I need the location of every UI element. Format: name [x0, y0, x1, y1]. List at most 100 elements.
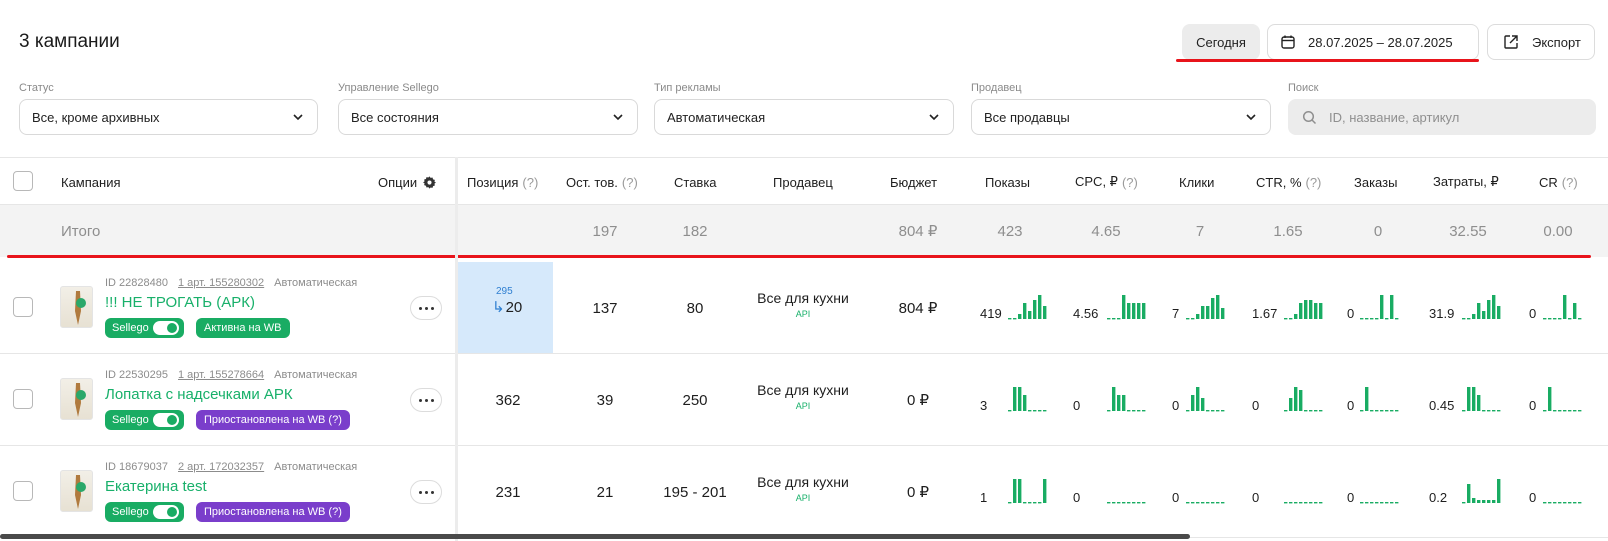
hint-icon[interactable]: (?) [1562, 175, 1578, 190]
sparkline-ctr [1284, 387, 1323, 412]
spark-bar [1043, 306, 1047, 319]
article-link[interactable]: 2 арт. 172032357 [178, 461, 264, 473]
spark-bar [1127, 410, 1131, 412]
spark-bar [1201, 398, 1205, 411]
spark-bar [1299, 390, 1303, 411]
status-select[interactable]: Все, кроме архивных [19, 99, 318, 135]
spark-bar [1117, 395, 1121, 411]
article-link[interactable]: 1 арт. 155278664 [178, 369, 264, 381]
spark-bar [1543, 410, 1547, 412]
spark-bar [1390, 410, 1394, 412]
spark-bar [1196, 387, 1200, 411]
metric-clicks-value: 7 [1172, 306, 1180, 321]
seller-name: Все для кухни [757, 474, 849, 490]
spark-bar [1477, 500, 1481, 503]
budget-value[interactable]: 0 ₽ [878, 446, 958, 538]
col-ctr[interactable]: CTR, % (?) [1256, 158, 1321, 206]
hint-icon[interactable]: (?) [522, 175, 538, 190]
filter-seller: Продавец Все продавцы [971, 82, 1271, 135]
spark-bar [1206, 502, 1210, 504]
row-checkbox[interactable] [13, 481, 33, 501]
spark-bar [1013, 318, 1017, 320]
row-menu-button[interactable] [410, 296, 442, 320]
spark-bar [1573, 410, 1577, 412]
seller-cell: Все для кухни API [748, 290, 858, 319]
row-menu-button[interactable] [410, 480, 442, 504]
search-icon [1302, 110, 1317, 124]
sellego-toggle[interactable]: Sellego [105, 502, 184, 522]
hint-icon[interactable]: (?) [1306, 175, 1322, 190]
row-checkbox[interactable] [13, 389, 33, 409]
toggle-switch[interactable] [153, 321, 179, 335]
budget-value[interactable]: 804 ₽ [878, 262, 958, 354]
spark-bar [1319, 410, 1323, 412]
spark-bar [1365, 318, 1369, 320]
spark-bar [1304, 410, 1308, 412]
spark-bar [1568, 410, 1572, 412]
search-input[interactable]: ID, название, артикул [1288, 99, 1596, 135]
article-link[interactable]: 1 арт. 155280302 [178, 277, 264, 289]
spark-bar [1284, 410, 1288, 412]
col-campaign[interactable]: Кампания [61, 158, 121, 206]
date-range-button[interactable]: 28.07.2025 – 28.07.2025 [1267, 24, 1479, 60]
campaign-name-link[interactable]: Лопатка с надсечками АРК [105, 386, 293, 403]
col-cr[interactable]: CR (?) [1539, 158, 1578, 206]
metric-costs-value: 31.9 [1429, 306, 1455, 321]
hint-icon[interactable]: (?) [1122, 175, 1138, 190]
select-all-checkbox[interactable] [13, 171, 33, 191]
spark-bar [1221, 308, 1225, 319]
spark-bar [1294, 387, 1298, 411]
spark-bar [1142, 410, 1146, 412]
sparkline-ctr [1284, 300, 1323, 320]
sparkline-orders [1360, 502, 1399, 504]
spark-bar [1013, 479, 1017, 503]
bid-value[interactable]: 250 [650, 354, 740, 446]
campaign-name-link[interactable]: Екатерина test [105, 478, 207, 495]
budget-value[interactable]: 0 ₽ [878, 354, 958, 446]
col-options[interactable]: Опции [378, 158, 437, 206]
toggle-switch[interactable] [153, 413, 179, 427]
sellego-toggle[interactable]: Sellego [105, 318, 184, 338]
sellego-toggle[interactable]: Sellego [105, 410, 184, 430]
api-tag: API [795, 401, 811, 411]
gear-icon[interactable] [422, 175, 437, 190]
col-stock[interactable]: Ост. тов. (?) [566, 158, 638, 206]
spark-bar [1211, 502, 1215, 504]
spark-bar [1309, 410, 1313, 412]
bid-value[interactable]: 80 [650, 262, 740, 354]
row-checkbox[interactable] [13, 297, 33, 317]
export-button[interactable]: Экспорт [1487, 24, 1595, 60]
campaign-name-link[interactable]: !!! НЕ ТРОГАТЬ (АРК) [105, 294, 255, 311]
seller-select[interactable]: Все продавцы [971, 99, 1271, 135]
spark-bar [1472, 314, 1476, 319]
chevron-down-icon [613, 114, 623, 121]
col-cr-label: CR [1539, 174, 1558, 190]
col-position[interactable]: Позиция (?) [467, 158, 538, 206]
spark-bar [1472, 498, 1476, 503]
management-select[interactable]: Все состояния [338, 99, 638, 135]
today-button[interactable]: Сегодня [1182, 24, 1260, 60]
col-costs[interactable]: Затраты, ₽ [1433, 158, 1499, 206]
bid-value[interactable]: 195 - 201 [650, 446, 740, 538]
campaign-type: Автоматическая [274, 277, 358, 289]
toggle-switch[interactable] [153, 505, 179, 519]
horizontal-scrollbar[interactable] [0, 534, 1190, 539]
spark-bar [1390, 502, 1394, 504]
col-seller[interactable]: Продавец [773, 158, 833, 206]
col-views[interactable]: Показы [985, 158, 1030, 206]
spark-bar [1573, 303, 1577, 319]
arrow-return-icon: ↳ [492, 299, 505, 316]
row-menu-button[interactable] [410, 388, 442, 412]
hint-icon[interactable]: (?) [622, 175, 638, 190]
spark-bar [1578, 410, 1582, 412]
ad-type-select[interactable]: Автоматическая [654, 99, 954, 135]
spark-bar [1033, 502, 1037, 504]
col-orders[interactable]: Заказы [1354, 158, 1397, 206]
spark-bar [1309, 502, 1313, 504]
col-budget[interactable]: Бюджет [890, 158, 937, 206]
col-clicks[interactable]: Клики [1179, 158, 1214, 206]
campaign-type: Автоматическая [274, 369, 358, 381]
col-cpc[interactable]: CPC, ₽ (?) [1075, 158, 1138, 206]
spark-bar [1309, 300, 1313, 319]
col-bid[interactable]: Ставка [674, 158, 717, 206]
